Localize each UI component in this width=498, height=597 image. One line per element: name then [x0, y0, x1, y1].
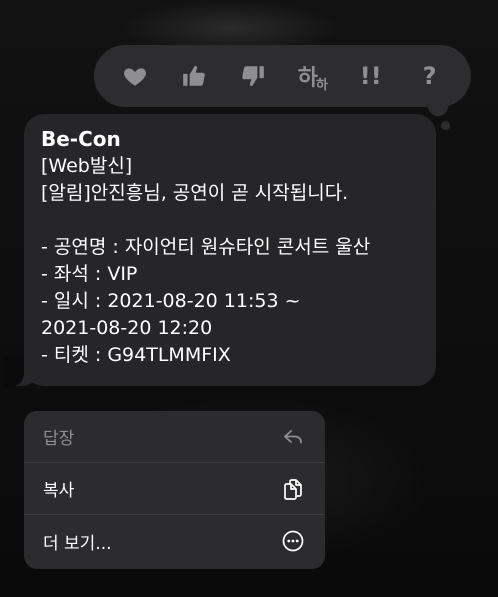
heart-icon[interactable] — [115, 56, 155, 96]
tapback-bar: 하하 !! ? — [94, 45, 471, 107]
message-line: [알림]안진흥님, 공연이 곧 시작됩니다. — [41, 182, 349, 204]
haha-icon[interactable]: 하하 — [292, 56, 332, 96]
more-ellipsis-icon — [281, 529, 305, 553]
menu-item-more[interactable]: 더 보기... — [24, 515, 325, 567]
reply-arrow-icon — [281, 425, 305, 449]
tapback-tail-dot — [441, 121, 450, 130]
question-mark-icon[interactable]: ? — [410, 56, 450, 96]
menu-item-copy[interactable]: 복사 — [24, 463, 325, 515]
context-menu: 답장 복사 더 보기... — [24, 411, 325, 569]
message-bubble[interactable]: Be-Con [Web발신] [알림]안진흥님, 공연이 곧 시작됩니다. - … — [24, 114, 436, 386]
message-line: 2021-08-20 12:20 — [41, 317, 213, 339]
message-line: - 좌석 : VIP — [41, 263, 138, 285]
menu-item-label: 복사 — [43, 481, 75, 501]
thumbs-up-icon[interactable] — [174, 56, 214, 96]
menu-item-label: 답장 — [43, 429, 75, 449]
message-sender: Be-Con — [41, 127, 121, 151]
message-line: [Web발신] — [41, 155, 133, 177]
message-line: - 일시 : 2021-08-20 11:53 ~ — [41, 290, 301, 312]
thumbs-down-icon[interactable] — [233, 56, 273, 96]
message-line: - 공연명 : 자이언티 원슈타인 콘서트 울산 — [41, 236, 371, 258]
copy-icon — [281, 477, 305, 501]
menu-item-reply[interactable]: 답장 — [24, 411, 325, 463]
message-line: - 티켓 : G94TLMMFIX — [41, 344, 231, 366]
menu-item-label: 더 보기... — [43, 533, 112, 554]
double-exclamation-icon[interactable]: !! — [351, 56, 391, 96]
